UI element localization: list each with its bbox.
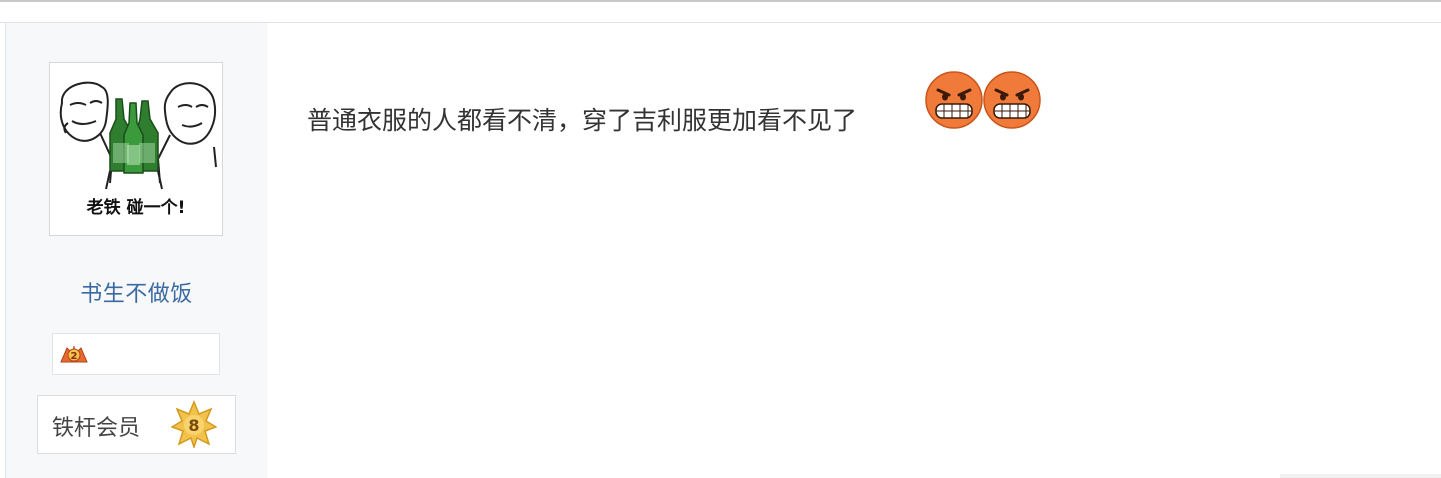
author-username[interactable]: 书生不做饭 — [6, 276, 267, 308]
avatar-caption: 老铁 碰一个! — [86, 197, 186, 218]
author-avatar[interactable]: 老铁 碰一个! — [49, 62, 223, 236]
member-level-box[interactable]: 铁杆会员 8 — [37, 395, 236, 454]
member-title: 铁杆会员 — [52, 416, 141, 441]
fan-badge-box: 2 — [52, 333, 220, 375]
fan-badge-icon[interactable]: 2 — [59, 342, 89, 366]
angry-grin-emoji-icon — [925, 71, 983, 129]
angry-grin-emoji-icon — [983, 71, 1041, 129]
member-level-star-icon: 8 — [171, 400, 217, 448]
post-content: 普通衣服的人都看不清，穿了吉利服更加看不见了 — [267, 23, 1441, 478]
avatar-meme-image: 老铁 碰一个! — [50, 63, 222, 235]
member-level-number: 8 — [188, 416, 199, 435]
fan-badge-level: 2 — [71, 351, 78, 362]
post-container: 老铁 碰一个! 书生不做饭 2 铁杆会员 8 普通衣服的人都看不清，穿了吉利服更… — [5, 23, 1441, 478]
author-sidebar: 老铁 碰一个! 书生不做饭 2 铁杆会员 8 — [6, 23, 267, 478]
previous-post-edge — [0, 2, 1441, 23]
post-text: 普通衣服的人都看不清，穿了吉利服更加看不见了 — [307, 106, 858, 135]
next-element-edge — [1280, 474, 1441, 478]
